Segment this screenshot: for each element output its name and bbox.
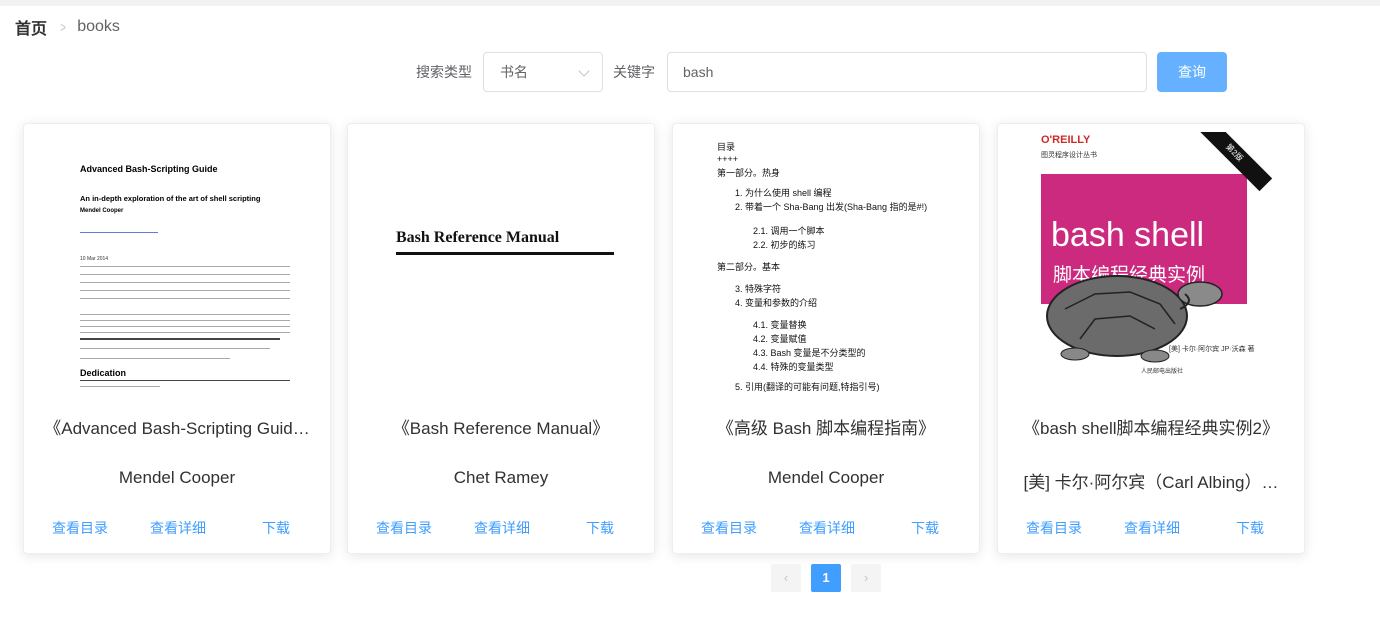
view-toc-link[interactable]: 查看目录 xyxy=(1026,518,1082,538)
toc-line: 2.1. 调用一个脚本 xyxy=(753,226,825,236)
cover-line xyxy=(80,332,290,333)
search-bar: 搜索类型 书名 关键字 查询 xyxy=(0,52,1380,92)
keyword-input[interactable] xyxy=(667,52,1147,92)
book-card: O'REILLY 图灵程序设计丛书 bash shell 脚本编程经典实例 第2… xyxy=(997,123,1305,554)
book-title: 《Bash Reference Manual》 xyxy=(392,419,610,438)
book-title: 《bash shell脚本编程经典实例2》 xyxy=(1022,419,1279,438)
search-type-value: 书名 xyxy=(500,64,528,80)
toc-line: 2. 带着一个 Sha-Bang 出发(Sha-Bang 指的是#!) xyxy=(735,202,928,212)
cover-section: Dedication xyxy=(80,368,127,378)
press-name: 人民邮电出版社 xyxy=(1141,369,1184,375)
card-actions: 查看目录 查看详细 下载 xyxy=(673,518,979,538)
breadcrumb-home[interactable]: 首页 xyxy=(15,15,47,39)
cover-title-en: bash shell xyxy=(1051,216,1205,254)
cover-line xyxy=(80,290,290,291)
chevron-down-icon xyxy=(578,65,590,77)
book-author: Chet Ramey xyxy=(453,468,549,487)
series-label: 图灵程序设计丛书 xyxy=(1041,152,1097,159)
translator-line: [美] 卡尔·阿尔宾 JP·沃森 著 xyxy=(1169,346,1255,353)
view-detail-link[interactable]: 查看详细 xyxy=(1124,518,1180,538)
card-actions: 查看目录 查看详细 下载 xyxy=(348,518,654,538)
view-detail-link[interactable]: 查看详细 xyxy=(474,518,530,538)
toc-line: ++++ xyxy=(717,154,739,164)
download-link[interactable]: 下载 xyxy=(911,518,939,538)
book-cover[interactable]: Bash Reference Manual xyxy=(348,132,654,394)
cover-line xyxy=(80,232,158,233)
cover-line xyxy=(80,326,290,327)
cover-line xyxy=(80,338,280,340)
search-type-label: 搜索类型 xyxy=(416,64,472,80)
cover-line xyxy=(80,298,290,299)
toc-line: 3. 特殊字符 xyxy=(735,284,782,294)
book-author: Mendel Cooper xyxy=(118,468,236,487)
toc-line: 4.2. 变量赋值 xyxy=(753,334,807,344)
cover-line xyxy=(80,314,290,315)
prev-page-button[interactable]: ‹ xyxy=(771,564,801,592)
top-strip xyxy=(0,0,1380,6)
book-cover[interactable]: 目录 ++++ 第一部分。热身 1. 为什么使用 shell 编程 2. 带着一… xyxy=(673,132,979,394)
toc-line: 目录 xyxy=(717,142,736,152)
toc-line: 第一部分。热身 xyxy=(717,168,781,178)
toc-line: 第二部分。基本 xyxy=(717,262,781,272)
page-number-button[interactable]: 1 xyxy=(811,564,841,592)
toc-line: 5. 引用(翻译的可能有问题,特指引号) xyxy=(735,382,880,392)
cover-line xyxy=(80,266,290,267)
download-link[interactable]: 下载 xyxy=(262,518,290,538)
publisher-logo: O'REILLY xyxy=(1041,134,1091,146)
cover-title: Bash Reference Manual xyxy=(396,229,560,246)
cover-rule xyxy=(396,252,614,255)
cover-line xyxy=(80,320,290,321)
toc-line: 4.3. Bash 变量是不分类型的 xyxy=(753,348,866,358)
cover-subtitle: An in-depth exploration of the art of sh… xyxy=(80,194,261,203)
cover-date: 10 Mar 2014 xyxy=(80,256,109,262)
toc-line: 2.2. 初步的练习 xyxy=(753,240,816,250)
card-actions: 查看目录 查看详细 下载 xyxy=(998,518,1304,538)
download-link[interactable]: 下载 xyxy=(1236,518,1264,538)
next-page-button[interactable]: › xyxy=(851,564,881,592)
download-link[interactable]: 下载 xyxy=(586,518,614,538)
book-author: [美] 卡尔·阿尔宾（Carl Albing）… xyxy=(1023,473,1279,492)
book-card: Bash Reference Manual 《Bash Reference Ma… xyxy=(347,123,655,554)
cover-title: Advanced Bash-Scripting Guide xyxy=(80,164,218,174)
book-title: 《高级 Bash 脚本编程指南》 xyxy=(716,419,936,438)
toc-line: 1. 为什么使用 shell 编程 xyxy=(735,188,832,198)
cover-author: Mendel Cooper xyxy=(80,208,124,214)
book-card: Advanced Bash-Scripting Guide An in-dept… xyxy=(23,123,331,554)
cover-line xyxy=(80,380,290,381)
book-card: 目录 ++++ 第一部分。热身 1. 为什么使用 shell 编程 2. 带着一… xyxy=(672,123,980,554)
cover-line xyxy=(80,358,230,359)
view-detail-link[interactable]: 查看详细 xyxy=(150,518,206,538)
book-cover[interactable]: O'REILLY 图灵程序设计丛书 bash shell 脚本编程经典实例 第2… xyxy=(998,132,1304,394)
card-actions: 查看目录 查看详细 下载 xyxy=(24,518,330,538)
breadcrumb-current: books xyxy=(77,18,120,35)
keyword-label: 关键字 xyxy=(613,64,655,80)
toc-line: 4.4. 特殊的变量类型 xyxy=(753,362,834,372)
book-cover[interactable]: Advanced Bash-Scripting Guide An in-dept… xyxy=(24,132,330,394)
view-toc-link[interactable]: 查看目录 xyxy=(701,518,757,538)
view-detail-link[interactable]: 查看详细 xyxy=(799,518,855,538)
book-title: 《Advanced Bash-Scripting Guid… xyxy=(44,419,310,438)
cover-line xyxy=(80,386,160,387)
view-toc-link[interactable]: 查看目录 xyxy=(52,518,108,538)
breadcrumb-separator-icon: > xyxy=(60,19,66,35)
breadcrumb: 首页 > books xyxy=(15,15,120,39)
search-button[interactable]: 查询 xyxy=(1157,52,1227,92)
cover-line xyxy=(80,282,290,283)
cookbook-cover: O'REILLY 图灵程序设计丛书 bash shell 脚本编程经典实例 第2… xyxy=(1041,132,1273,392)
cover-line xyxy=(80,348,270,349)
search-type-select[interactable]: 书名 xyxy=(483,52,603,92)
view-toc-link[interactable]: 查看目录 xyxy=(376,518,432,538)
toc-line: 4.1. 变量替换 xyxy=(753,320,807,330)
toc-line: 4. 变量和参数的介绍 xyxy=(735,298,818,308)
cover-line xyxy=(80,274,290,275)
book-author: Mendel Cooper xyxy=(767,468,885,487)
